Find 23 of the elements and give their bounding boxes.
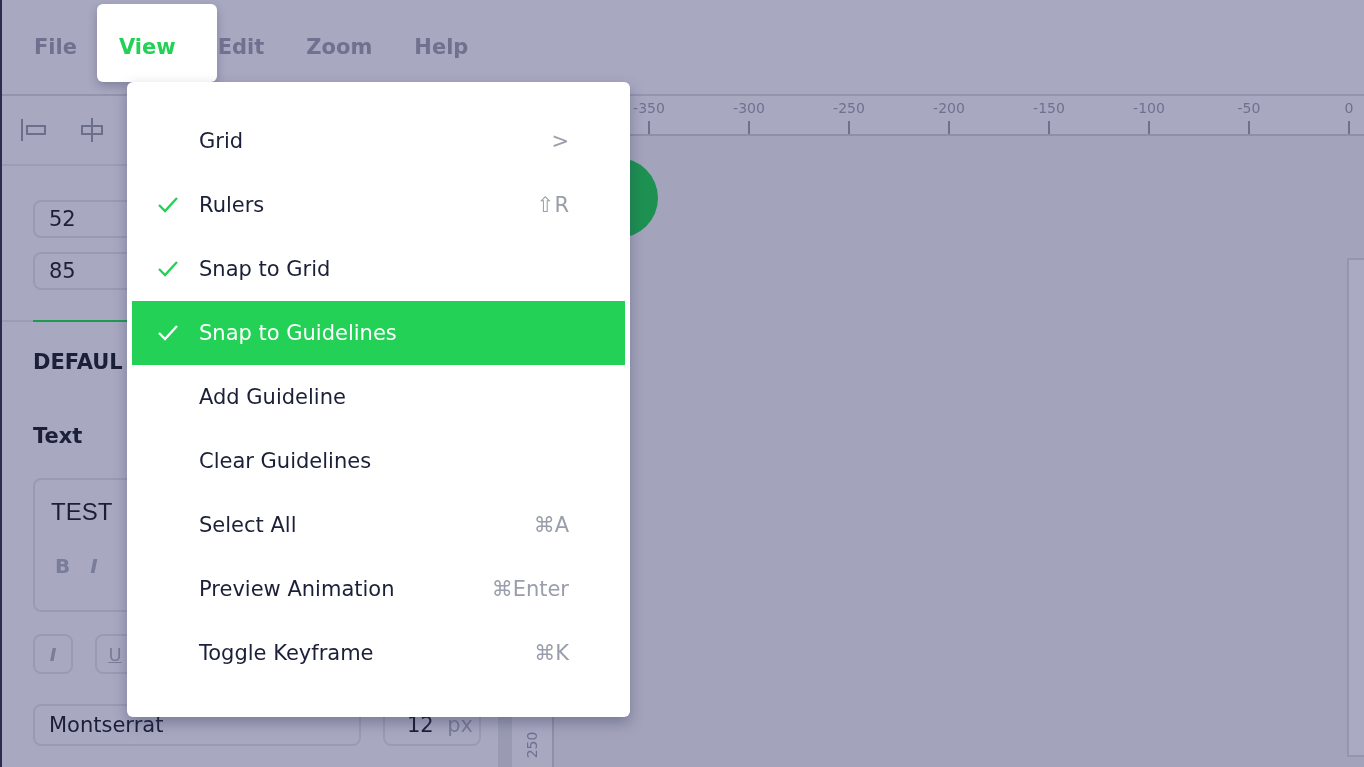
ruler-label: -250 (833, 100, 865, 116)
checkmark-icon (156, 260, 179, 278)
menu-option[interactable]: Add Guideline (132, 365, 625, 429)
ruler-label: -150 (1033, 100, 1065, 116)
ruler-label: -50 (1237, 100, 1261, 116)
field-label: Text (33, 424, 84, 448)
checkmark-icon (156, 324, 179, 342)
checkmark-icon (156, 196, 179, 214)
text-value: TEST (51, 498, 114, 526)
ruler-label: -300 (733, 100, 765, 116)
ruler-label: 250 (524, 731, 540, 759)
shortcut-hint: ⌘K (534, 641, 569, 665)
section-heading: DEFAUL (33, 350, 124, 374)
ruler-label: 0 (1344, 100, 1354, 116)
ruler-label: -350 (633, 100, 665, 116)
shortcut-hint: ⇧R (536, 193, 569, 217)
shortcut-hint: > (551, 129, 569, 153)
shortcut-hint: ⌘Enter (491, 577, 569, 601)
menu-option[interactable]: Toggle Keyframe ⌘K (132, 621, 625, 685)
ruler-label: -100 (1133, 100, 1165, 116)
menu-option[interactable]: Grid > (132, 109, 625, 173)
shortcut-hint: ⌘A (533, 513, 569, 537)
ruler-label: -200 (933, 100, 965, 116)
